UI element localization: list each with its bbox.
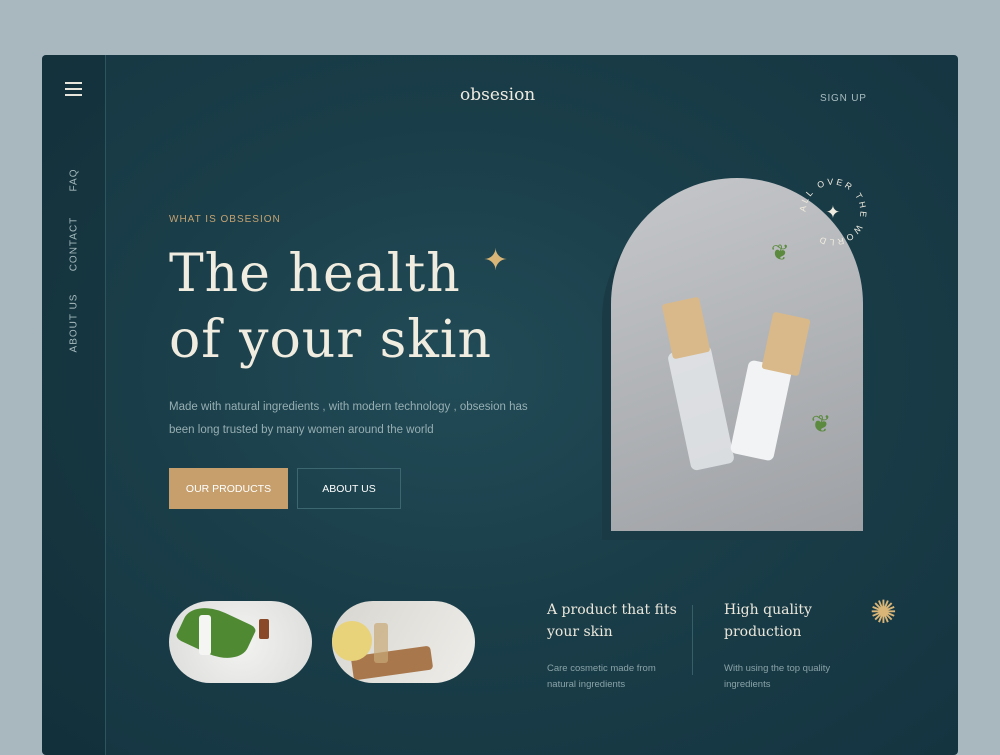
title-line-2: of your skin bbox=[169, 310, 492, 370]
menu-icon[interactable] bbox=[65, 82, 82, 100]
feature-title: A product that fits your skin bbox=[547, 602, 677, 640]
brand-logo[interactable]: obsesion bbox=[460, 85, 535, 105]
hero-eyebrow: WHAT IS OBSESION bbox=[169, 214, 281, 225]
app-window: FAQ CONTACT ABOUT US obsesion SIGN UP WH… bbox=[42, 55, 958, 755]
feature-text: Care cosmetic made from natural ingredie… bbox=[547, 663, 656, 690]
sidebar-item-about[interactable]: ABOUT US bbox=[69, 294, 80, 353]
sparkle-icon: ✦ bbox=[483, 244, 509, 277]
divider bbox=[692, 605, 693, 675]
our-products-button[interactable]: OUR PRODUCTS bbox=[169, 468, 288, 509]
sidebar-item-faq[interactable]: FAQ bbox=[69, 168, 80, 191]
sidebar-item-contact[interactable]: CONTACT bbox=[69, 217, 80, 272]
svg-text:✦: ✦ bbox=[826, 202, 841, 222]
product-thumbnail-1[interactable] bbox=[169, 601, 312, 683]
product-thumbnail-2[interactable] bbox=[332, 601, 475, 683]
title-line-1: The health bbox=[169, 244, 461, 304]
about-us-button[interactable]: ABOUT US bbox=[297, 468, 401, 509]
feature-text: With using the top quality ingredients bbox=[724, 663, 831, 690]
feature-1: A product that fits your skin Care cosme… bbox=[547, 599, 687, 693]
hero-description: Made with natural ingredients , with mod… bbox=[169, 401, 528, 436]
signup-link[interactable]: SIGN UP bbox=[820, 93, 867, 104]
feature-2: High quality production With using the t… bbox=[724, 599, 864, 693]
feature-title: High quality production bbox=[724, 602, 812, 640]
starburst-icon: ✺ bbox=[870, 594, 897, 630]
hero-title: The health of your skin bbox=[169, 241, 492, 373]
all-over-the-world-badge: ALL OVER THE WORLD ✦ bbox=[797, 177, 866, 248]
sidebar: FAQ CONTACT ABOUT US bbox=[42, 55, 106, 755]
